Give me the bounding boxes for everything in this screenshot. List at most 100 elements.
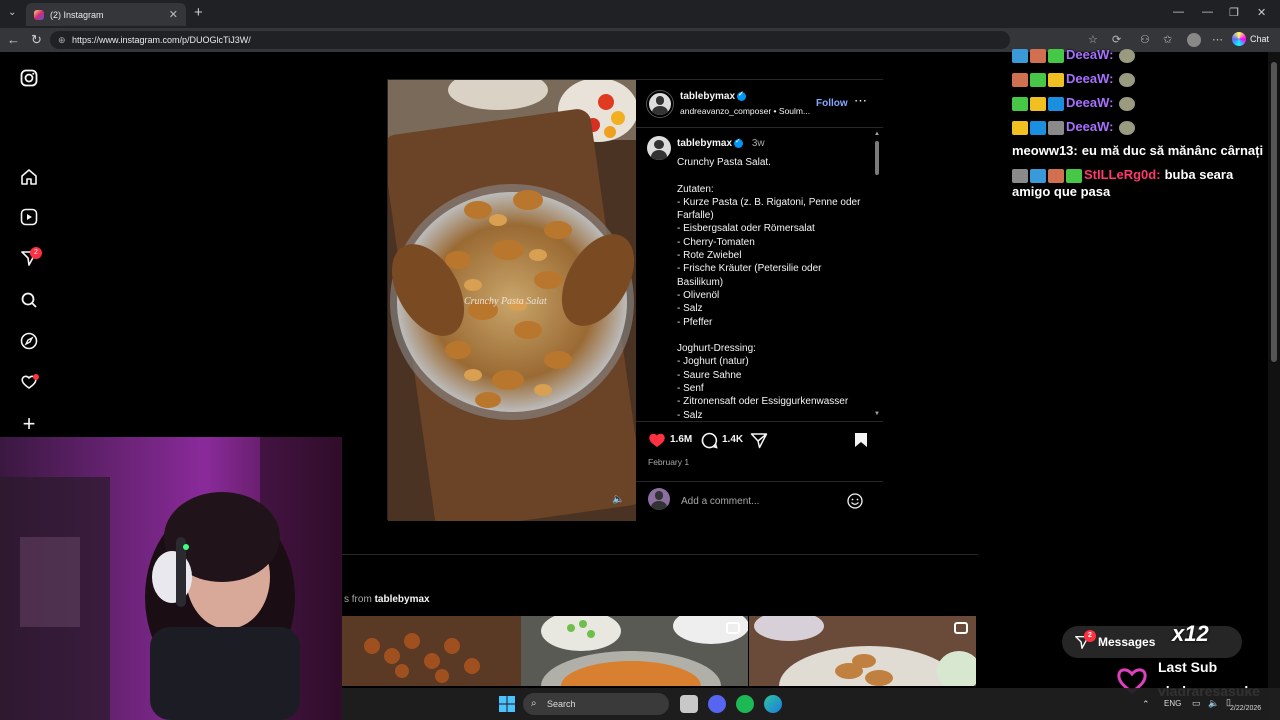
chat-badge-icon bbox=[1012, 72, 1028, 87]
copilot-icon bbox=[1232, 32, 1246, 46]
video-overlay-text: Crunchy Pasta Salat bbox=[464, 296, 547, 307]
home-icon[interactable] bbox=[19, 168, 39, 188]
file-explorer-icon[interactable] bbox=[680, 695, 698, 713]
chat-username[interactable]: meoww13: bbox=[1012, 143, 1078, 158]
chat-username[interactable]: DeeaW: bbox=[1066, 95, 1113, 110]
like-count[interactable]: 1.6M bbox=[670, 434, 692, 445]
caption-time[interactable]: 3w bbox=[752, 138, 765, 149]
more-posts-user[interactable]: tablebymax bbox=[375, 594, 430, 605]
tray-chevron-icon[interactable]: ⌃ bbox=[1142, 699, 1150, 710]
close-tab-icon[interactable]: ✕ bbox=[169, 8, 178, 21]
taskbar-date[interactable]: 2/22/2026 bbox=[1230, 705, 1261, 712]
chat-message: DeeaW: bbox=[1012, 46, 1268, 63]
chat-badge-icon bbox=[1030, 96, 1046, 111]
chat-badge-icon bbox=[1012, 96, 1028, 111]
windows-taskbar: ⌕ Search ⌃ ENG ▭ 🔈 ▯ 2/22/2026 bbox=[342, 688, 1280, 720]
favorite-star-icon[interactable]: ☆ bbox=[1088, 33, 1098, 46]
chat-username[interactable]: DeeaW: bbox=[1066, 119, 1113, 134]
post-date[interactable]: February 1 bbox=[648, 457, 689, 467]
tab-list-icon[interactable]: ⌄ bbox=[8, 7, 16, 18]
messages-badge: 2 bbox=[1084, 630, 1096, 642]
refresh-icon[interactable]: ↻ bbox=[31, 32, 42, 48]
comment-count[interactable]: 1.4K bbox=[722, 434, 743, 445]
audio-icon[interactable]: 🔈 bbox=[612, 494, 624, 505]
save-bookmark-icon[interactable] bbox=[854, 432, 868, 448]
taskbar-search[interactable]: ⌕ Search bbox=[523, 693, 669, 715]
windows-start-icon[interactable] bbox=[499, 696, 515, 712]
more-options-icon[interactable]: ⋯ bbox=[854, 93, 867, 109]
favorites-icon[interactable]: ✩ bbox=[1163, 33, 1172, 46]
discord-icon[interactable] bbox=[708, 695, 726, 713]
profile-avatar[interactable] bbox=[1187, 33, 1201, 47]
comment-row: Add a comment... bbox=[636, 481, 883, 521]
close-window-icon[interactable]: ✕ bbox=[1257, 6, 1266, 19]
chat-text: eu mă duc să mănânc cârnați bbox=[1081, 143, 1264, 158]
related-post-thumbnail[interactable] bbox=[749, 616, 976, 686]
emoji-icon[interactable] bbox=[847, 493, 863, 509]
volume-icon[interactable]: 🔈 bbox=[1208, 698, 1219, 709]
chat-username[interactable]: DeeaW: bbox=[1066, 47, 1113, 62]
share-icon[interactable] bbox=[750, 432, 768, 449]
language-indicator[interactable]: ENG bbox=[1164, 699, 1181, 708]
minimize-window-icon[interactable]: — bbox=[1202, 6, 1213, 18]
post-video[interactable]: Crunchy Pasta Salat 🔈 bbox=[388, 80, 636, 521]
caption-area[interactable]: tablebymax 3w Crunchy Pasta Salat. Zutat… bbox=[636, 129, 883, 421]
back-icon[interactable]: ← bbox=[7, 32, 20, 47]
post-card: Crunchy Pasta Salat 🔈 tablebymax andreav… bbox=[387, 79, 883, 521]
chat-badge-icon bbox=[1048, 72, 1064, 87]
comment-input[interactable]: Add a comment... bbox=[681, 496, 759, 507]
network-icon[interactable]: ▭ bbox=[1192, 698, 1201, 709]
chat-badge-icon bbox=[1066, 168, 1082, 183]
spotify-icon[interactable] bbox=[736, 695, 754, 713]
author-username[interactable]: tablebymax bbox=[680, 91, 735, 102]
author-row: tablebymax bbox=[680, 90, 747, 102]
minimize-icon[interactable]: — bbox=[1173, 6, 1184, 18]
related-post-thumbnail[interactable] bbox=[521, 616, 748, 686]
divider bbox=[342, 554, 978, 555]
user-avatar bbox=[648, 488, 670, 510]
caption-scrollbar[interactable]: ▲ ▼ bbox=[874, 131, 880, 419]
reel-icon bbox=[954, 622, 968, 634]
copilot-chat-button[interactable]: Chat bbox=[1232, 32, 1269, 46]
split-screen-icon[interactable]: ⚇ bbox=[1140, 33, 1150, 46]
notification-dot bbox=[33, 374, 39, 380]
site-info-icon[interactable]: ⊕ bbox=[58, 31, 66, 49]
page-scrollbar[interactable] bbox=[1268, 52, 1280, 720]
caption-text: Crunchy Pasta Salat. Zutaten: - Kurze Pa… bbox=[677, 157, 861, 421]
instagram-favicon-icon bbox=[34, 9, 44, 20]
author-avatar[interactable] bbox=[647, 91, 673, 117]
chat-username[interactable]: StILLeRg0d: bbox=[1084, 167, 1161, 182]
comment-icon[interactable] bbox=[701, 432, 718, 449]
caption-avatar[interactable] bbox=[647, 136, 671, 160]
chat-emote-icon bbox=[1119, 48, 1136, 63]
caption-username[interactable]: tablebymax bbox=[677, 138, 732, 149]
chat-badge-icon bbox=[1012, 48, 1028, 63]
chat-badge-icon bbox=[1030, 72, 1046, 87]
url-input[interactable]: ⊕ https://www.instagram.com/p/DUOGlcTiJ3… bbox=[50, 31, 1010, 49]
direct-badge: 2 bbox=[30, 247, 42, 259]
more-menu-icon[interactable]: ⋯ bbox=[1212, 33, 1223, 46]
search-icon[interactable] bbox=[19, 291, 39, 311]
last-sub-label: Last Sub bbox=[1158, 659, 1218, 675]
new-tab-icon[interactable]: + bbox=[194, 4, 203, 21]
taskbar-search-label: Search bbox=[547, 699, 576, 709]
chat-message: meoww13: eu mă duc să mănânc cârnați bbox=[1012, 142, 1268, 159]
verified-badge-icon bbox=[737, 90, 747, 101]
instagram-logo-icon[interactable] bbox=[19, 69, 39, 89]
audio-credit[interactable]: andreavanzo_composer • Soulm... bbox=[680, 106, 820, 116]
extension-icon[interactable]: ⟳ bbox=[1112, 33, 1121, 46]
maximize-icon[interactable]: ❐ bbox=[1229, 6, 1239, 19]
create-plus-icon[interactable]: + bbox=[19, 413, 39, 435]
edge-browser-icon[interactable] bbox=[764, 695, 782, 713]
chat-message: StILLeRg0d: buba seara amigo que pasa bbox=[1012, 166, 1268, 200]
explore-compass-icon[interactable] bbox=[19, 332, 39, 352]
chat-badge-icon bbox=[1030, 168, 1046, 183]
follow-button[interactable]: Follow bbox=[816, 98, 848, 109]
reels-icon[interactable] bbox=[19, 208, 39, 228]
like-heart-icon[interactable] bbox=[648, 432, 666, 448]
chat-badge-icon bbox=[1048, 168, 1064, 183]
post-details: tablebymax andreavanzo_composer • Soulm.… bbox=[636, 80, 883, 521]
browser-tab-instagram[interactable]: (2) Instagram ✕ bbox=[26, 3, 186, 26]
messages-button[interactable]: 2 Messages x12 bbox=[1062, 621, 1242, 658]
chat-username[interactable]: DeeaW: bbox=[1066, 71, 1113, 86]
